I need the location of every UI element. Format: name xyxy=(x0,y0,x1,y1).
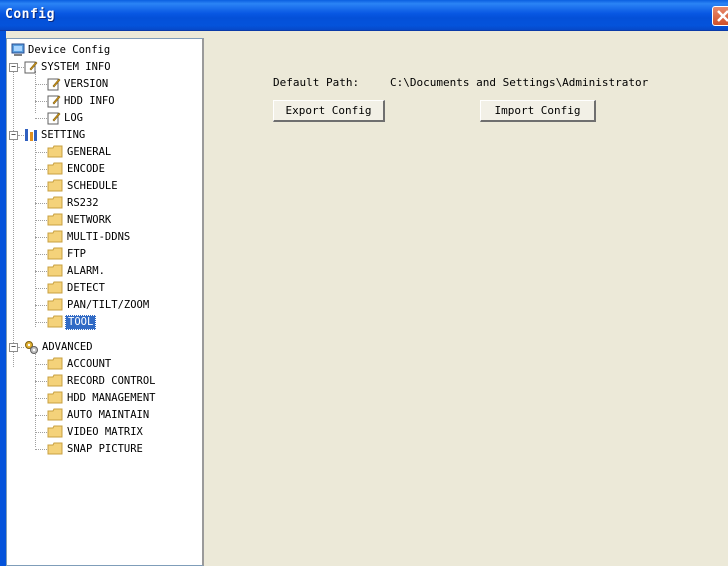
title-bar: Config xyxy=(0,0,728,31)
collapse-advanced-toggle[interactable]: − xyxy=(9,343,18,352)
folder-icon xyxy=(47,162,63,175)
folder-icon xyxy=(47,374,63,387)
gears-icon xyxy=(25,341,38,354)
folder-icon xyxy=(47,357,63,370)
folder-icon xyxy=(47,196,63,209)
close-icon xyxy=(717,10,728,22)
folder-icon xyxy=(47,281,63,294)
export-config-button[interactable]: Export Config xyxy=(273,100,385,122)
folder-icon xyxy=(47,230,63,243)
computer-icon xyxy=(11,43,25,56)
edit-document-icon xyxy=(47,112,61,125)
import-config-button[interactable]: Import Config xyxy=(480,100,596,122)
collapse-setting-toggle[interactable]: − xyxy=(9,131,18,140)
folder-icon xyxy=(47,408,63,421)
close-button[interactable] xyxy=(712,6,728,26)
folder-icon xyxy=(47,298,63,311)
folder-icon xyxy=(47,213,63,226)
edit-document-icon xyxy=(47,78,61,91)
edit-document-icon xyxy=(47,95,61,108)
default-path-label: Default Path: xyxy=(273,76,360,89)
folder-icon xyxy=(47,247,63,260)
collapse-system-info-toggle[interactable]: − xyxy=(9,63,18,72)
folder-icon xyxy=(47,442,63,455)
folder-icon xyxy=(47,179,63,192)
window-title: Config xyxy=(5,7,55,22)
folder-icon xyxy=(47,145,63,158)
settings-bars-icon xyxy=(25,129,37,141)
edit-document-icon xyxy=(24,61,38,74)
folder-icon xyxy=(47,391,63,404)
default-path-value: C:\Documents and Settings\Administrator xyxy=(390,76,649,89)
folder-icon xyxy=(47,264,63,277)
folder-icon xyxy=(47,315,63,328)
config-tree[interactable]: Device Config − SYSTEM INFO VERSION HDD … xyxy=(6,38,204,566)
folder-icon xyxy=(47,425,63,438)
